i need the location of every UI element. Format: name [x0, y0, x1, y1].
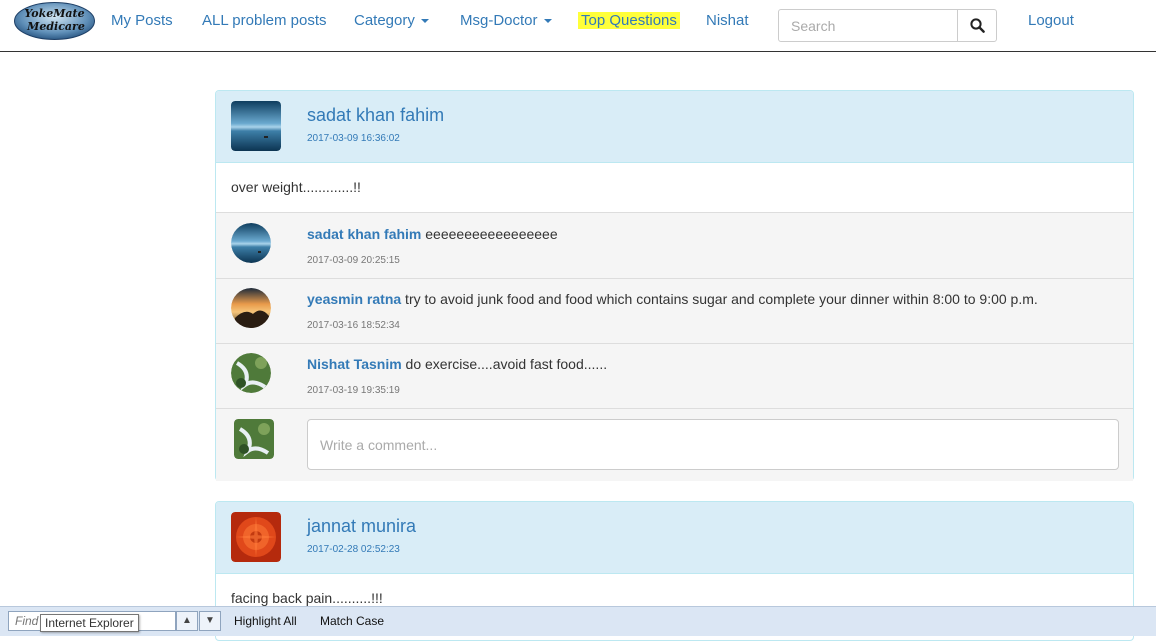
post-body: facing back pain..........!!! [231, 590, 383, 606]
svg-text:YokeMate: YokeMate [24, 7, 84, 20]
nav-user-profile[interactable]: Nishat [706, 12, 749, 29]
match-case-option[interactable]: Match Case [320, 614, 384, 628]
comments-section: sadat khan fahim eeeeeeeeeeeeeeeee 2017-… [216, 212, 1133, 481]
nav-top-questions-label: Top Questions [578, 12, 680, 29]
post-timestamp: 2017-02-28 02:52:23 [307, 544, 400, 555]
comment-timestamp: 2017-03-09 20:25:15 [307, 255, 400, 266]
post-heading: jannat munira 2017-02-28 02:52:23 [216, 502, 1133, 574]
new-comment-row [216, 409, 1133, 481]
chevron-down-icon [420, 19, 429, 24]
commenter-name[interactable]: Nishat Tasnim [307, 356, 402, 372]
nav-all-problem-posts[interactable]: ALL problem posts [202, 12, 327, 29]
author-avatar[interactable] [231, 101, 281, 151]
commenter-avatar[interactable] [231, 223, 271, 263]
author-avatar[interactable] [231, 512, 281, 562]
comment-content: do exercise....avoid fast food...... [401, 356, 608, 372]
svg-text:Medicare: Medicare [26, 20, 85, 33]
post-heading: sadat khan fahim 2017-03-09 16:36:02 [216, 91, 1133, 163]
commenter-avatar[interactable] [231, 353, 271, 393]
nav-category-dropdown[interactable]: Category [354, 12, 429, 29]
current-user-avatar [234, 419, 274, 459]
nav-top-questions[interactable]: Top Questions [578, 12, 680, 29]
comment-content: try to avoid junk food and food which co… [401, 291, 1038, 307]
post-timestamp: 2017-03-09 16:36:02 [307, 133, 400, 144]
comment-content: eeeeeeeeeeeeeeeee [421, 226, 558, 242]
tooltip: Internet Explorer [40, 614, 139, 632]
search-icon [970, 18, 985, 33]
app-logo[interactable]: YokeMate Medicare [14, 2, 95, 40]
comment-text: yeasmin ratna try to avoid junk food and… [307, 291, 1038, 307]
nav-category-label: Category [354, 12, 415, 29]
find-next-button[interactable]: ▼ [199, 611, 221, 631]
find-bar: ▲ ▼ Highlight All Match Case [0, 606, 1156, 636]
commenter-avatar[interactable] [231, 288, 271, 328]
comment-input[interactable] [307, 419, 1119, 470]
comment-item: yeasmin ratna try to avoid junk food and… [216, 278, 1133, 344]
comment-timestamp: 2017-03-16 18:52:34 [307, 320, 400, 331]
post-body: over weight.............!! [231, 179, 361, 195]
post-panel: sadat khan fahim 2017-03-09 16:36:02 ove… [215, 90, 1134, 481]
commenter-name[interactable]: sadat khan fahim [307, 226, 421, 242]
comment-item: sadat khan fahim eeeeeeeeeeeeeeeee 2017-… [216, 213, 1133, 279]
post-author[interactable]: jannat munira [307, 516, 416, 537]
logout-link[interactable]: Logout [1028, 12, 1074, 29]
comment-item: Nishat Tasnim do exercise....avoid fast … [216, 343, 1133, 409]
top-navbar: YokeMate Medicare My Posts ALL problem p… [0, 0, 1156, 52]
nav-my-posts[interactable]: My Posts [111, 12, 173, 29]
find-previous-button[interactable]: ▲ [176, 611, 198, 631]
post-author[interactable]: sadat khan fahim [307, 105, 444, 126]
comment-text: sadat khan fahim eeeeeeeeeeeeeeeee [307, 226, 558, 242]
chevron-up-icon: ▲ [182, 615, 192, 626]
chevron-down-icon: ▼ [205, 615, 215, 626]
nav-msg-doctor-dropdown[interactable]: Msg-Doctor [460, 12, 552, 29]
search-input[interactable] [778, 9, 958, 42]
chevron-down-icon [543, 19, 552, 24]
comment-timestamp: 2017-03-19 19:35:19 [307, 385, 400, 396]
highlight-all-option[interactable]: Highlight All [234, 614, 297, 628]
search-button[interactable] [957, 9, 997, 42]
commenter-name[interactable]: yeasmin ratna [307, 291, 401, 307]
nav-msg-doctor-label: Msg-Doctor [460, 12, 538, 29]
comment-text: Nishat Tasnim do exercise....avoid fast … [307, 356, 607, 372]
